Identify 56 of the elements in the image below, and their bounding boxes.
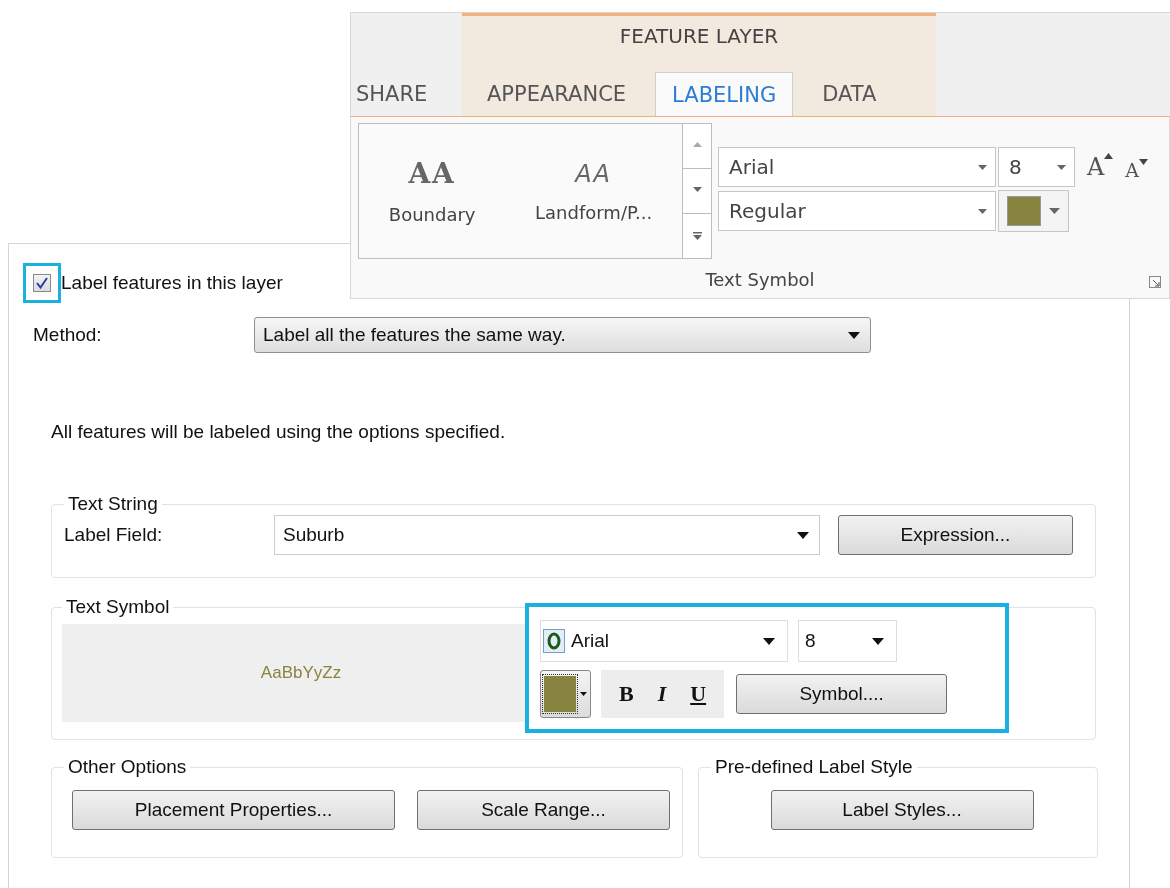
color-button[interactable] [540, 670, 591, 718]
shrink-font-button[interactable]: A [1125, 159, 1149, 181]
size-dropdown[interactable]: 8 [798, 620, 897, 662]
dropdown-arrow-icon [848, 331, 860, 339]
font-dropdown[interactable]: Arial [540, 620, 788, 662]
style-sample[interactable]: AA [575, 159, 613, 188]
dropdown-arrow-icon [978, 208, 987, 214]
context-header: FEATURE LAYER [618, 23, 780, 50]
preview-text: AaBbYyZz [260, 663, 342, 683]
field-label: Label Field: [64, 524, 164, 546]
font-style-combo[interactable]: Regular [718, 191, 996, 231]
group-label: Text Symbol [705, 269, 815, 290]
symbol-button[interactable]: Symbol.... [736, 674, 948, 714]
style-sample[interactable]: AA [408, 157, 456, 190]
description-text: All features will be labeled using the options specified. [51, 421, 507, 443]
dropdown-arrow-icon [978, 164, 987, 170]
bold-button[interactable]: B [619, 681, 634, 707]
dropdown-arrow-icon [763, 637, 775, 645]
ribbon-tab[interactable]: DATA [805, 71, 894, 116]
more-icon[interactable] [692, 232, 702, 240]
group-title: Pre-defined Label Style [714, 756, 914, 778]
dropdown-arrow-icon [872, 637, 884, 645]
font-color-button[interactable] [998, 190, 1069, 232]
size-combo[interactable]: 8 [998, 147, 1075, 187]
method-label: Method: [32, 324, 103, 346]
style-label[interactable]: Landform/P... [535, 201, 653, 223]
check-icon [36, 277, 48, 289]
checkbox[interactable] [33, 274, 51, 292]
group-title: Text Symbol [65, 596, 171, 618]
method-dropdown[interactable]: Label all the features the same way. [254, 317, 871, 353]
label-field-dropdown[interactable]: Suburb [274, 515, 820, 555]
placement-button[interactable]: Placement Properties... [72, 790, 395, 830]
underline-button[interactable]: U [690, 681, 707, 707]
dropdown-arrow-icon [797, 531, 809, 539]
scale-range-button[interactable]: Scale Range... [417, 790, 670, 830]
italic-button[interactable]: I [657, 681, 667, 707]
launcher-icon[interactable] [1149, 276, 1161, 288]
group-title: Text String [67, 493, 159, 515]
scroll-down-icon[interactable] [692, 187, 702, 195]
dropdown-arrow-icon [1057, 164, 1066, 170]
font-type-icon [543, 629, 565, 653]
group-title: Other Options [67, 756, 188, 778]
checkbox-label: Label features in this layer [61, 272, 283, 294]
ribbon-tab[interactable]: APPEARANCE [470, 71, 644, 116]
color-swatch [1007, 196, 1041, 226]
ribbon-tab[interactable]: SHARE [351, 71, 445, 116]
ribbon-tab[interactable]: LABELING [655, 72, 794, 117]
grow-font-button[interactable]: A [1087, 153, 1114, 181]
font-combo[interactable]: Arial [718, 147, 996, 187]
style-label[interactable]: Boundary [388, 204, 476, 225]
down-triangle-icon [1139, 159, 1149, 165]
dropdown-arrow-icon [1049, 208, 1060, 214]
dropdown-arrow-icon [580, 692, 587, 696]
label-styles-button[interactable]: Label Styles... [770, 790, 1034, 830]
expression-button[interactable]: Expression... [838, 515, 1073, 555]
up-triangle-icon [1104, 153, 1114, 159]
